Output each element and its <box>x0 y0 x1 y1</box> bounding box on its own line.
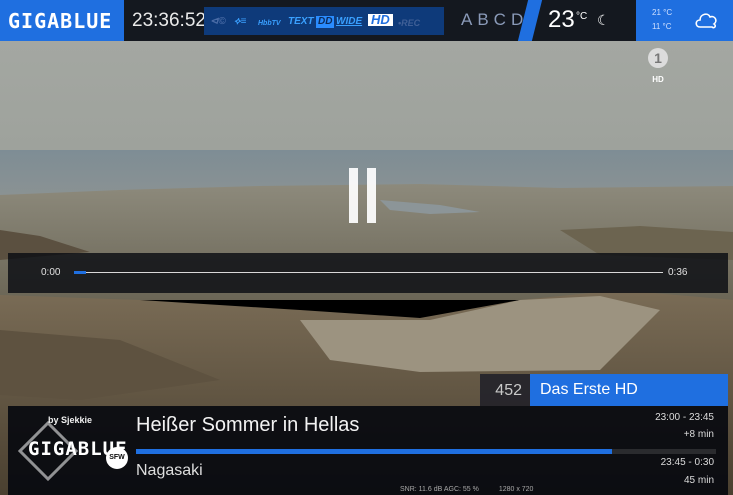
video-resolution: 1280 x 720 <box>498 486 534 493</box>
weather-forecast: 21 °C 11 °C <box>636 0 733 41</box>
seek-track[interactable] <box>74 271 663 274</box>
flag-widescreen-icon: WIDE <box>336 16 363 27</box>
total-time: 0:36 <box>668 267 688 278</box>
flag-dolby-icon: DD <box>316 16 335 28</box>
service-flags: ⊲© ⟡≡ HbbTV TEXT DD WIDE HD •REC <box>204 7 444 35</box>
channel-number: 452 <box>495 382 522 399</box>
weather-low: 11 °C <box>652 22 672 31</box>
seek-progress <box>74 271 86 274</box>
elapsed-time: 0:00 <box>41 267 61 278</box>
now-event-title: Heißer Sommer in Hellas <box>136 414 360 436</box>
flag-hbbtv-icon: HbbTV <box>258 20 281 27</box>
channel-logo: 1 HD <box>640 47 676 84</box>
svg-text:1: 1 <box>654 50 662 66</box>
next-event-duration: 45 min <box>683 475 714 486</box>
flag-crypt-icon: ⊲© <box>210 16 226 27</box>
flag-hd-icon: HD <box>368 13 393 26</box>
seek-bar[interactable]: 0:00 0:36 <box>8 253 728 293</box>
signal-snr: SNR: 11.6 dB <box>400 486 443 493</box>
sfw-badge: SFW <box>106 447 128 469</box>
weather-high: 21 °C <box>652 8 673 17</box>
event-progress-bar <box>136 449 716 454</box>
signal-info: SNR: 11.6 dB AGC: 55 % 1280 x 720 <box>400 486 533 493</box>
top-status-bar: GIGABLUE 23:36:52 ⊲© ⟡≡ HbbTV TEXT DD WI… <box>0 0 733 41</box>
flag-rec-icon: •REC <box>398 18 421 28</box>
channel-name: Das Erste HD <box>540 381 638 398</box>
temperature-unit: °C <box>576 11 588 22</box>
flag-subtitle-icon: ⟡≡ <box>234 16 247 27</box>
brand-logo: GIGABLUE <box>0 0 124 41</box>
cloud-icon <box>695 13 717 29</box>
tuner-indicator: ABCD <box>461 10 529 29</box>
channel-number-box: 452 <box>480 374 530 406</box>
flag-teletext-icon: TEXT <box>288 16 314 27</box>
next-event-time: 23:45 - 0:30 <box>660 457 714 468</box>
next-event-title: Nagasaki <box>136 462 203 479</box>
brand-logo-text: GIGABLUE <box>8 9 113 33</box>
now-event-remaining: +8 min <box>683 429 714 440</box>
now-event-time: 23:00 - 23:45 <box>655 412 714 423</box>
moon-icon: ☾ <box>597 12 610 28</box>
signal-agc: AGC: 55 % <box>443 486 479 493</box>
pause-icon[interactable] <box>349 168 377 223</box>
das-erste-logo-icon: 1 <box>648 48 668 68</box>
channel-logo-hd: HD <box>652 75 664 84</box>
event-progress-fill <box>136 449 612 454</box>
epg-info-panel: by Sjekkie GIGABLUE SFW Heißer Sommer in… <box>8 406 728 495</box>
channel-name-box: Das Erste HD <box>530 374 728 406</box>
temperature: 23 <box>548 6 575 33</box>
clock: 23:36:52 <box>132 10 206 31</box>
